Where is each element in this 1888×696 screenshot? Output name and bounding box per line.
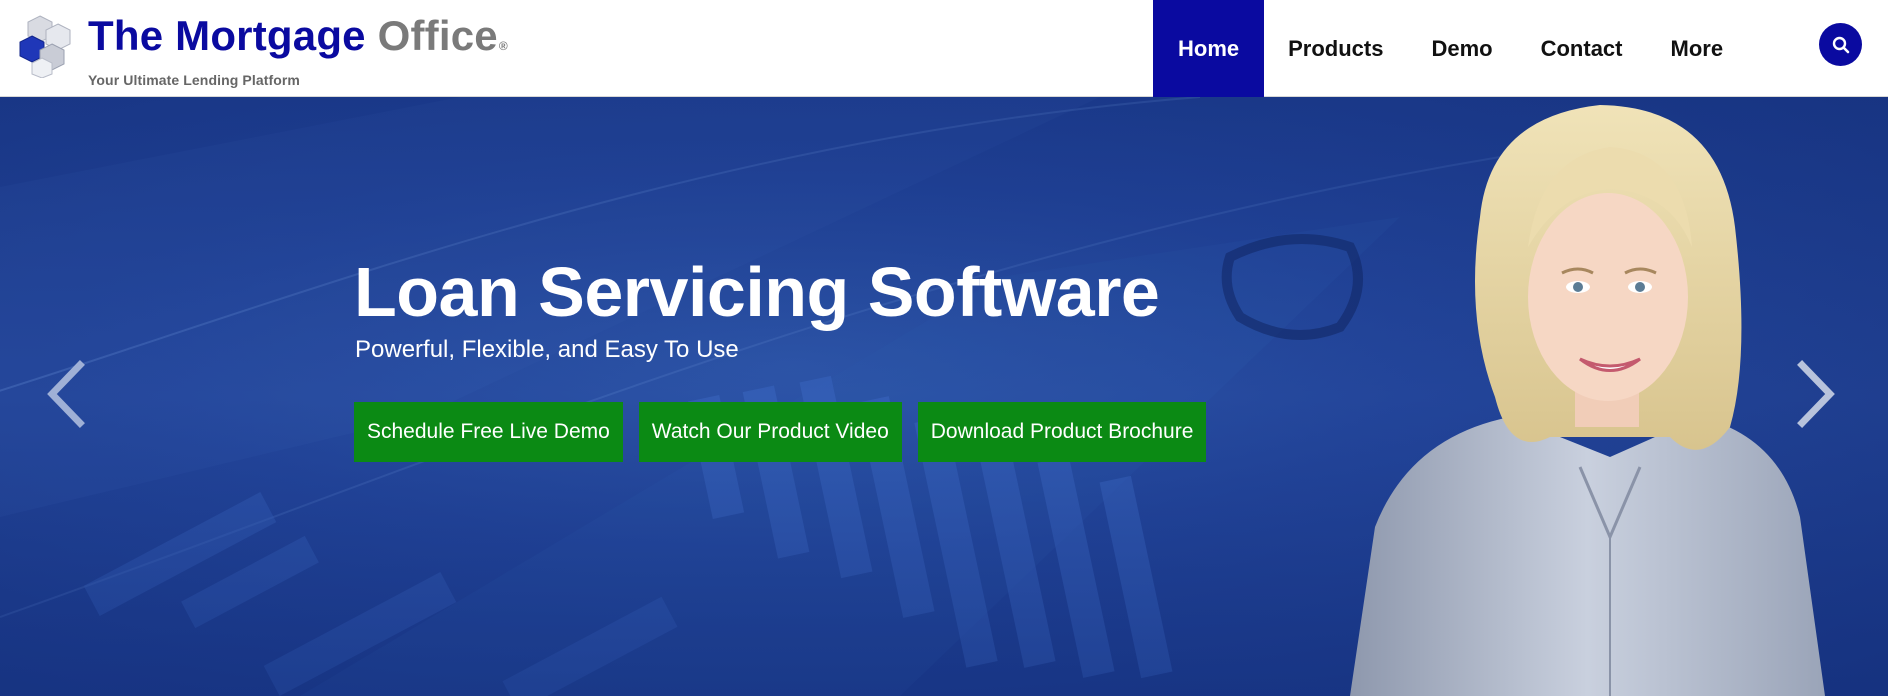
download-brochure-button[interactable]: Download Product Brochure (917, 402, 1207, 462)
brand-name-primary: The Mortgage (88, 12, 366, 59)
brand-tagline: Your Ultimate Lending Platform (88, 72, 300, 88)
chevron-left-icon (47, 360, 85, 428)
search-icon (1832, 36, 1849, 53)
hero-cta-group: Schedule Free Live Demo Watch Our Produc… (354, 402, 1207, 462)
chevron-right-icon (1797, 360, 1835, 428)
brand[interactable]: The Mortgage Office® Your Ultimate Lendi… (88, 12, 508, 88)
registered-mark: ® (498, 39, 508, 53)
nav-item-demo[interactable]: Demo (1407, 0, 1516, 97)
carousel-next-button[interactable] (1794, 359, 1838, 429)
search-button[interactable] (1819, 23, 1862, 66)
brand-title: The Mortgage Office® (88, 12, 508, 70)
nav-item-more[interactable]: More (1647, 0, 1748, 97)
logo-icon[interactable] (18, 14, 78, 79)
nav-item-products[interactable]: Products (1264, 0, 1407, 97)
site-header: The Mortgage Office® Your Ultimate Lendi… (0, 0, 1888, 97)
watch-video-button[interactable]: Watch Our Product Video (638, 402, 902, 462)
nav-item-contact[interactable]: Contact (1517, 0, 1647, 97)
main-nav: Home Products Demo Contact More (1153, 0, 1747, 97)
hero-subtitle: Powerful, Flexible, and Easy To Use (355, 336, 739, 363)
hero-title: Loan Servicing Software (354, 253, 1160, 331)
hero-carousel: Loan Servicing Software Powerful, Flexib… (0, 97, 1888, 696)
brand-name-secondary: Office (377, 12, 498, 59)
schedule-demo-button[interactable]: Schedule Free Live Demo (354, 402, 623, 462)
carousel-prev-button[interactable] (44, 359, 88, 429)
nav-item-home[interactable]: Home (1153, 0, 1265, 97)
